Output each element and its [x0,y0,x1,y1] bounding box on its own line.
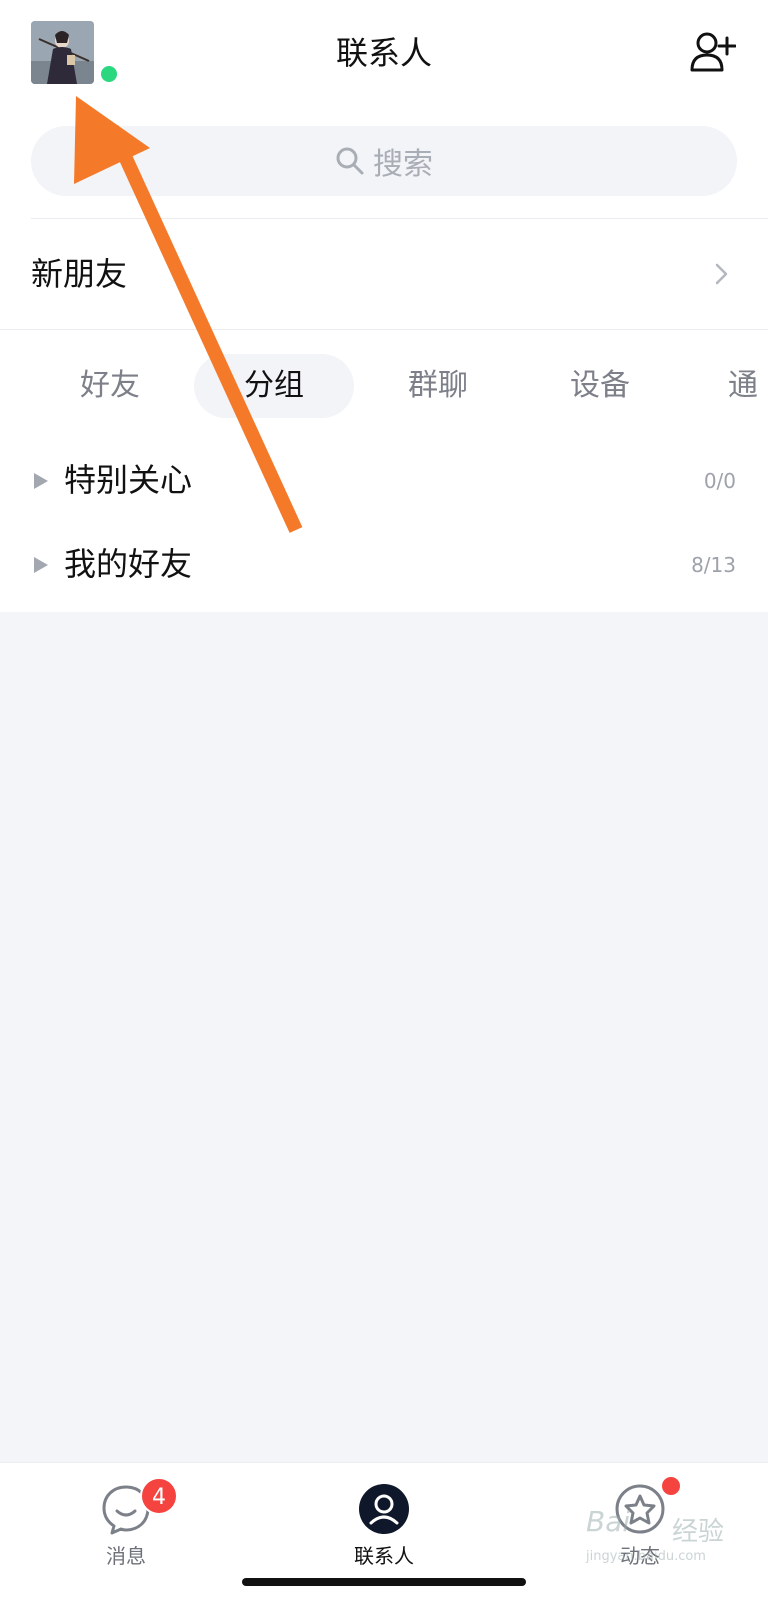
watermark-logo: Bai [586,1505,631,1538]
new-friends-label: 新朋友 [31,255,128,293]
expand-arrow-icon [34,557,48,573]
search-placeholder: 搜索 [373,147,433,182]
watermark-url: jingyan.baidu.com [586,1549,706,1564]
divider [0,329,768,330]
tab-group-chats[interactable]: 群聊 [378,354,498,418]
tab-more[interactable]: 通 [728,354,768,418]
nav-contacts[interactable]: 联系人 [324,1473,444,1573]
add-contact-button[interactable] [690,30,737,74]
nav-label: 联系人 [354,1544,414,1568]
tab-friends[interactable]: 好友 [50,354,170,418]
watermark: Bai 经验 jingyan.baidu.com [586,1505,736,1575]
unread-badge: 4 [140,1477,178,1515]
home-indicator[interactable] [242,1578,526,1586]
nav-label: 消息 [106,1544,146,1568]
notification-dot [662,1477,680,1495]
nav-messages[interactable]: 4 消息 [66,1473,186,1573]
new-friends-row[interactable]: 新朋友 [0,219,768,329]
contacts-icon [359,1484,409,1534]
group-count: 0/0 [703,469,736,493]
group-name: 特别关心 [64,461,193,499]
watermark-text: 经验 [672,1517,725,1547]
tab-groups[interactable]: 分组 [194,354,354,418]
search-input[interactable]: 搜索 [31,126,737,196]
search-icon [336,147,364,175]
group-name: 我的好友 [64,545,193,583]
group-row-special[interactable]: 特别关心 0/0 [0,440,768,520]
group-count: 8/13 [691,553,736,577]
expand-arrow-icon [34,473,48,489]
add-person-icon [690,32,737,72]
chevron-right-icon [715,263,728,285]
page-title: 联系人 [335,34,432,72]
group-row-my-friends[interactable]: 我的好友 8/13 [0,524,768,604]
tab-devices[interactable]: 设备 [540,354,660,418]
